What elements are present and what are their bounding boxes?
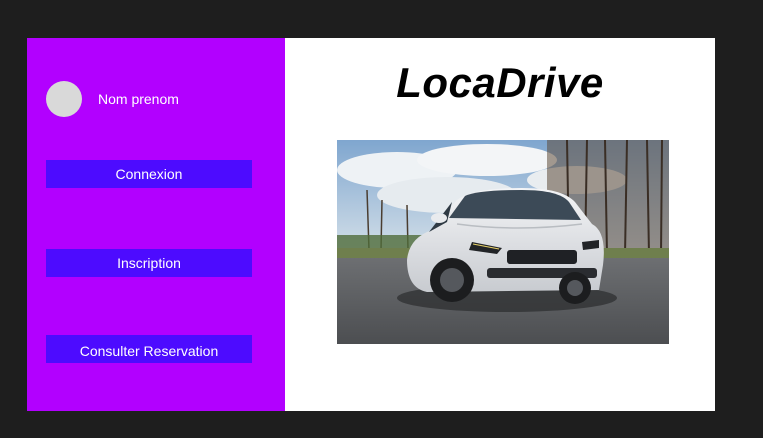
- consulter-reservation-button[interactable]: Consulter Reservation: [46, 335, 252, 363]
- app-title: LocaDrive: [396, 59, 604, 106]
- inscription-button[interactable]: Inscription: [46, 249, 252, 277]
- connexion-button[interactable]: Connexion: [46, 160, 252, 188]
- main-content: LocaDrive: [285, 38, 715, 411]
- sidebar: Nom prenom Connexion Inscription Consult…: [27, 38, 285, 411]
- avatar[interactable]: [46, 81, 82, 117]
- user-name: Nom prenom: [98, 91, 179, 107]
- car-image: [337, 140, 669, 344]
- app-frame: Nom prenom Connexion Inscription Consult…: [27, 38, 715, 411]
- design-canvas: Nom prenom Connexion Inscription Consult…: [0, 0, 763, 438]
